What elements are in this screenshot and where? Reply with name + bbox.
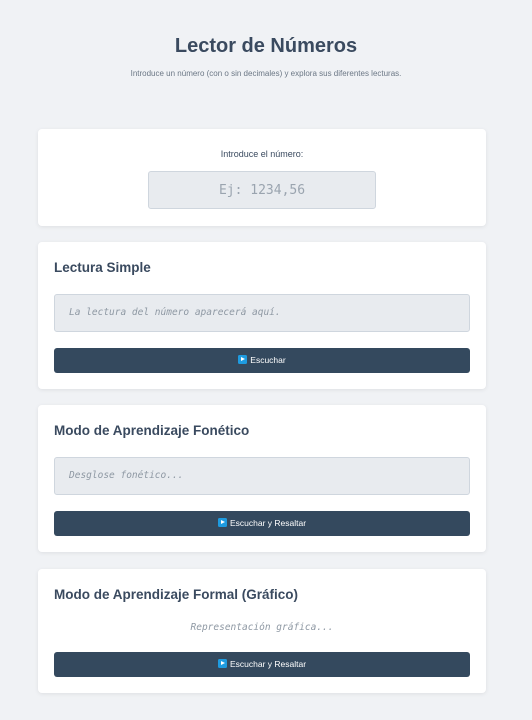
formal-button-label: Escuchar y Resaltar xyxy=(229,659,307,669)
phonetic-listen-highlight-button[interactable]: Escuchar y Resaltar xyxy=(54,511,470,536)
phonetic-mode-card: Modo de Aprendizaje Fonético Desglose fo… xyxy=(38,405,486,552)
number-input-label: Introduce el número: xyxy=(220,149,304,159)
formal-listen-highlight-button[interactable]: Escuchar y Resaltar xyxy=(54,652,470,677)
page: Lector de Números Introduce un número (c… xyxy=(0,0,532,720)
simple-reading-output: La lectura del número aparecerá aquí. xyxy=(54,294,470,332)
simple-reading-title: Lectura Simple xyxy=(54,260,151,275)
graphic-representation: Representación gráfica... xyxy=(190,622,334,633)
page-subtitle: Introduce un número (con o sin decimales… xyxy=(130,69,402,78)
play-icon xyxy=(238,355,248,364)
simple-reading-card: Lectura Simple La lectura del número apa… xyxy=(38,242,486,389)
phonetic-button-label: Escuchar y Resaltar xyxy=(229,518,307,528)
phonetic-mode-title: Modo de Aprendizaje Fonético xyxy=(54,423,250,438)
number-input[interactable] xyxy=(148,171,376,209)
page-title: Lector de Números xyxy=(174,35,358,57)
number-input-card: Introduce el número: xyxy=(38,129,486,226)
play-icon xyxy=(217,659,227,668)
formal-mode-title: Modo de Aprendizaje Formal (Gráfico) xyxy=(54,587,299,602)
listen-button-label: Escuchar xyxy=(250,355,286,365)
listen-button[interactable]: Escuchar xyxy=(54,348,470,373)
play-icon xyxy=(217,518,227,527)
phonetic-breakdown-output: Desglose fonético... xyxy=(54,457,470,495)
formal-mode-card: Modo de Aprendizaje Formal (Gráfico) Rep… xyxy=(38,569,486,693)
